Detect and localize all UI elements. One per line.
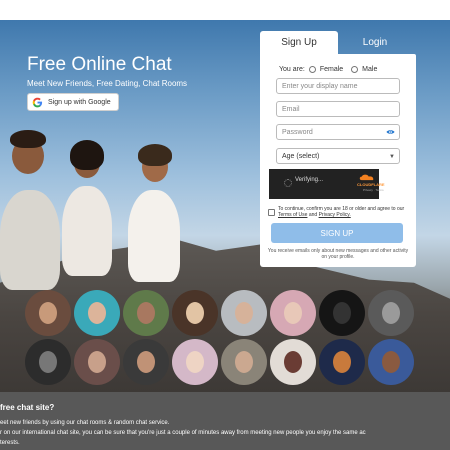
tab-sign-up[interactable]: Sign Up (260, 31, 338, 54)
password-placeholder: Password (282, 128, 313, 136)
captcha-status: Verifying... (295, 177, 324, 183)
google-signup-button[interactable]: Sign up with Google (27, 93, 119, 111)
female-label[interactable]: Female (320, 66, 343, 73)
confirm-and: and (308, 212, 318, 218)
privacy-link[interactable]: Privacy Policy. (319, 212, 351, 218)
member-avatar-3[interactable] (123, 290, 169, 336)
member-avatar-10[interactable] (74, 339, 120, 385)
cloudflare-logo: CLOUDFLARE (357, 174, 385, 188)
age-confirm: To continue, confirm you are 18 or older… (268, 206, 408, 218)
loading-spinner-icon (284, 179, 292, 187)
show-password-eye-icon[interactable] (386, 129, 395, 135)
sign-up-button[interactable]: SIGN UP (271, 223, 403, 243)
member-avatar-13[interactable] (221, 339, 267, 385)
person-hair-3 (138, 144, 172, 166)
google-icon (32, 97, 43, 107)
page-subtitle: Meet New Friends, Free Dating, Chat Room… (27, 79, 188, 88)
member-avatar-2[interactable] (74, 290, 120, 336)
member-avatar-5[interactable] (221, 290, 267, 336)
person-photo-2 (62, 186, 112, 276)
footer-line-1: eet new friends by using our chat rooms … (0, 420, 170, 426)
member-avatar-9[interactable] (25, 339, 71, 385)
email-note: You receive emails only about new messag… (267, 248, 409, 260)
google-signup-label: Sign up with Google (48, 98, 111, 106)
member-avatar-6[interactable] (270, 290, 316, 336)
member-avatar-1[interactable] (25, 290, 71, 336)
female-radio[interactable] (308, 66, 316, 73)
member-avatar-16[interactable] (368, 339, 414, 385)
gender-label: You are: (279, 66, 305, 73)
age-confirm-checkbox[interactable] (268, 209, 275, 216)
person-photo-1 (0, 190, 60, 290)
member-avatar-8[interactable] (368, 290, 414, 336)
cloudflare-brand: CLOUDFLARE (357, 182, 385, 187)
gender-row: You are: Female Male (279, 66, 377, 73)
person-photo-3 (128, 190, 180, 282)
footer-info: free chat site? eet new friends by using… (0, 392, 450, 450)
member-avatar-7[interactable] (319, 290, 365, 336)
age-select-value: Age (select) (282, 152, 320, 160)
footer-heading: free chat site? (0, 403, 55, 412)
tab-login[interactable]: Login (338, 31, 412, 54)
footer-line-3: terests. (0, 440, 20, 446)
password-input[interactable]: Password (276, 124, 400, 140)
age-select[interactable]: Age (select) ▼ (276, 148, 400, 164)
member-avatar-4[interactable] (172, 290, 218, 336)
member-avatar-15[interactable] (319, 339, 365, 385)
male-label[interactable]: Male (362, 66, 377, 73)
page: Free Online Chat Meet New Friends, Free … (0, 0, 450, 450)
member-avatar-11[interactable] (123, 339, 169, 385)
email-input[interactable]: Email (276, 101, 400, 117)
page-title: Free Online Chat (27, 54, 172, 75)
member-avatar-14[interactable] (270, 339, 316, 385)
male-radio[interactable] (351, 66, 359, 73)
cloudflare-links[interactable]: Privacy · Terms (363, 188, 384, 192)
person-hair-2 (70, 140, 104, 170)
terms-link[interactable]: Terms of Use (278, 212, 307, 218)
person-hair-1 (10, 130, 46, 148)
footer-line-2: r on our international chat site, you ca… (0, 430, 366, 436)
member-avatar-12[interactable] (172, 339, 218, 385)
cloud-icon (359, 174, 374, 181)
display-name-input[interactable]: Enter your display name (276, 78, 400, 94)
auth-tabs: Sign Up Login (260, 31, 412, 54)
signup-panel: You are: Female Male Enter your display … (260, 54, 416, 267)
chevron-down-icon: ▼ (389, 154, 395, 160)
